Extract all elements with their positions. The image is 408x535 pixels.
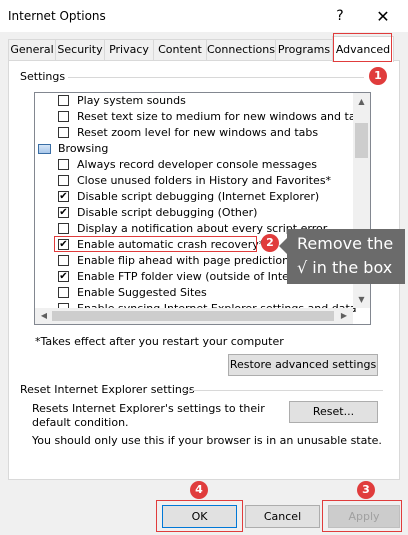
- tab-security[interactable]: Security: [55, 39, 105, 60]
- reset-description: Resets Internet Explorer's settings to t…: [32, 402, 265, 429]
- tooltip-line-2: √ in the box: [297, 258, 393, 277]
- cancel-button[interactable]: Cancel: [245, 505, 320, 528]
- apply-button[interactable]: Apply: [328, 505, 400, 528]
- scroll-left-icon[interactable]: ◀: [36, 308, 52, 324]
- checkbox-checked[interactable]: ✔: [58, 191, 69, 202]
- checkbox[interactable]: [58, 175, 69, 186]
- settings-divider: [68, 77, 364, 78]
- window-title: Internet Options: [8, 9, 106, 23]
- marker-2: 2: [261, 234, 279, 252]
- list-item-label: Reset zoom level for new windows and tab…: [77, 126, 319, 139]
- settings-group-label: Settings: [20, 70, 66, 83]
- close-button[interactable]: ✕: [372, 6, 394, 28]
- marker-4: 4: [190, 481, 208, 499]
- reset-divider: [183, 390, 383, 391]
- list-item-label: Enable Suggested Sites: [77, 286, 207, 299]
- list-item-label: Reset text size to medium for new window…: [77, 110, 369, 123]
- checkbox[interactable]: [58, 111, 69, 122]
- list-item-label: Always record developer console messages: [77, 158, 317, 171]
- list-item-label: Play system sounds: [77, 94, 186, 107]
- reset-section-title: Reset Internet Explorer settings: [20, 383, 195, 396]
- marker-1: 1: [369, 67, 387, 85]
- folder-icon: [38, 144, 51, 154]
- reset-button[interactable]: Reset...: [289, 401, 378, 423]
- tab-programs[interactable]: Programs: [275, 39, 333, 60]
- tab-content[interactable]: Content: [153, 39, 207, 60]
- checkbox-checked[interactable]: ✔: [58, 271, 69, 282]
- advanced-tab-highlight: [333, 33, 392, 62]
- tab-connections[interactable]: Connections: [206, 39, 276, 60]
- checkbox[interactable]: [58, 159, 69, 170]
- checkbox[interactable]: [58, 255, 69, 266]
- tooltip-arrow: [279, 238, 287, 254]
- scroll-down-icon[interactable]: ▼: [353, 291, 370, 308]
- checkbox[interactable]: [58, 127, 69, 138]
- checkbox[interactable]: [58, 223, 69, 234]
- restart-note: *Takes effect after you restart your com…: [35, 335, 284, 348]
- help-button[interactable]: ?: [330, 6, 350, 26]
- horizontal-scroll-thumb[interactable]: [52, 311, 334, 321]
- list-item-label: Close unused folders in History and Favo…: [77, 174, 332, 187]
- reset-warning: You should only use this if your browser…: [32, 434, 382, 447]
- scroll-up-icon[interactable]: ▲: [353, 93, 370, 110]
- ok-button[interactable]: OK: [162, 505, 237, 528]
- crash-recovery-highlight: [54, 236, 257, 252]
- list-item-label: Enable flip ahead with page prediction: [77, 254, 290, 267]
- tab-general[interactable]: General: [8, 39, 56, 60]
- marker-3: 3: [357, 481, 375, 499]
- restore-advanced-settings-button[interactable]: Restore advanced settings: [228, 354, 378, 376]
- list-item-label: Disable script debugging (Internet Explo…: [77, 190, 320, 203]
- checkbox[interactable]: [58, 95, 69, 106]
- scroll-right-icon[interactable]: ▶: [336, 308, 352, 324]
- instruction-tooltip: Remove the √ in the box: [287, 229, 405, 284]
- list-item-label: Disable script debugging (Other): [77, 206, 258, 219]
- tooltip-line-1: Remove the: [297, 234, 394, 253]
- settings-list[interactable]: Play system sounds Reset text size to me…: [34, 92, 371, 325]
- checkbox[interactable]: [58, 287, 69, 298]
- category-label: Browsing: [58, 142, 109, 155]
- tab-privacy[interactable]: Privacy: [104, 39, 154, 60]
- checkbox-checked[interactable]: ✔: [58, 207, 69, 218]
- vertical-scroll-thumb[interactable]: [355, 123, 368, 158]
